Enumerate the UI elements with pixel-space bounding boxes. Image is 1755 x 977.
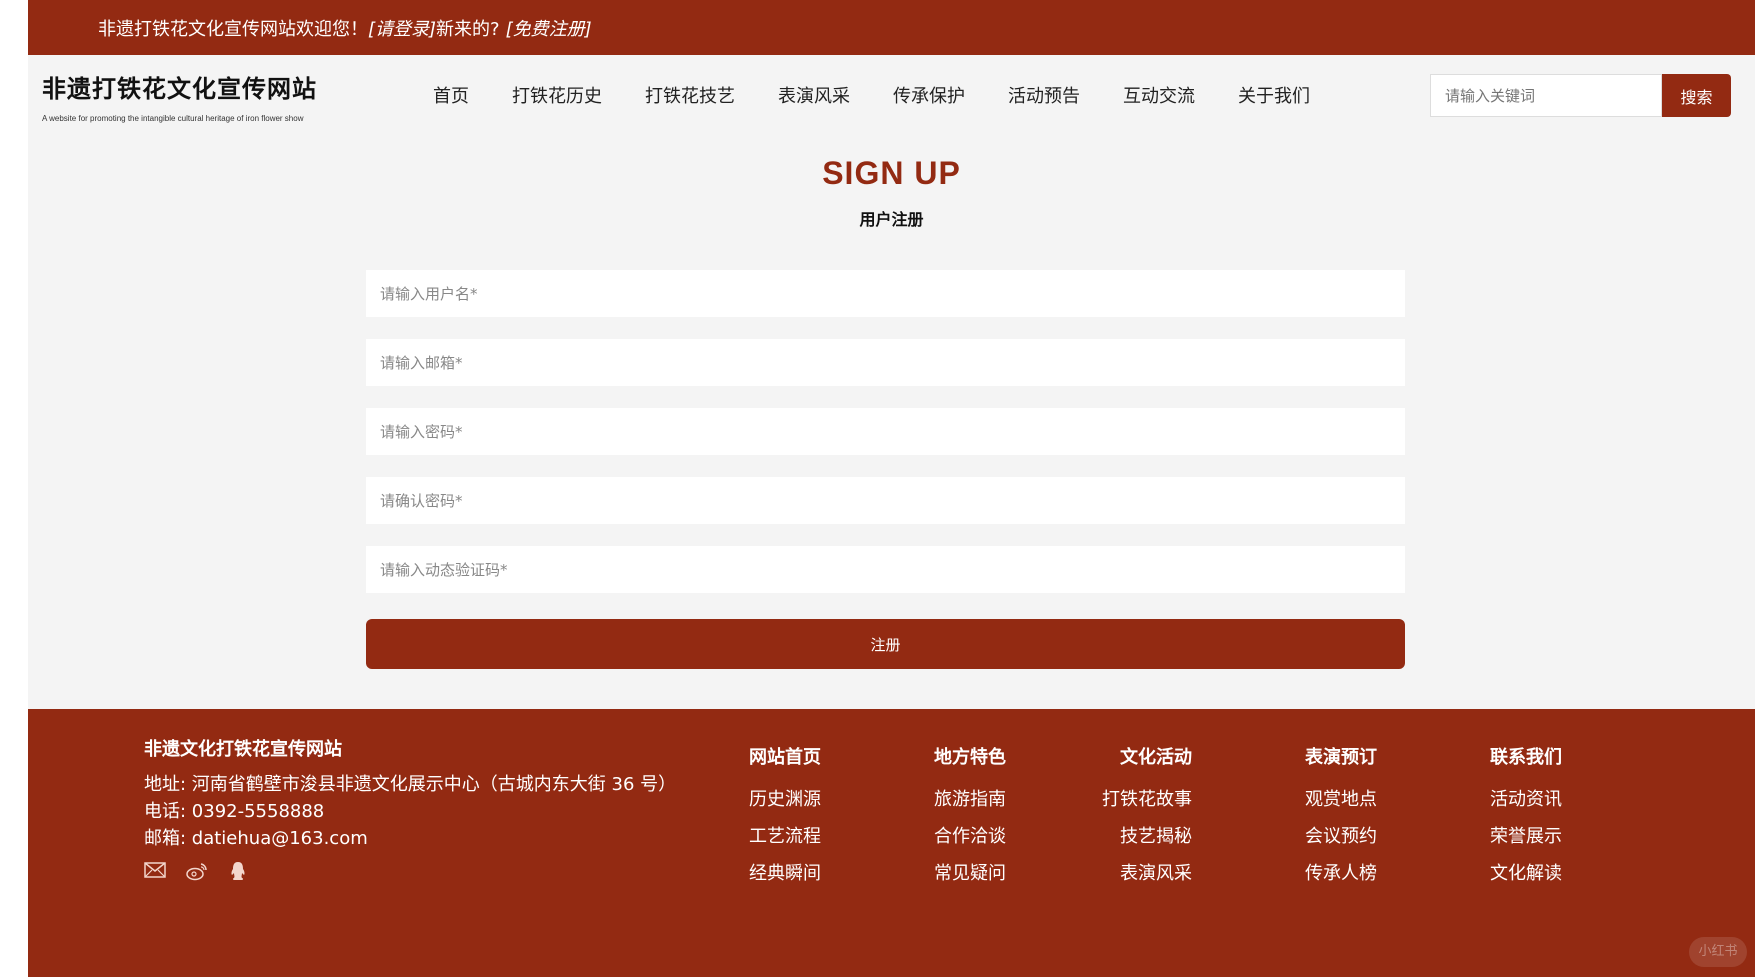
username-field[interactable] [366, 270, 1405, 317]
nav-item-home[interactable]: 首页 [433, 82, 469, 108]
signup-title: SIGN UP [822, 155, 961, 191]
register-link[interactable]: [免费注册] [506, 15, 592, 41]
footer-column-title[interactable]: 地方特色 [916, 743, 1006, 769]
nav-item-events[interactable]: 活动预告 [1008, 82, 1080, 108]
footer-social-icons [144, 861, 250, 881]
footer-link[interactable]: 观赏地点 [1287, 785, 1377, 811]
footer-link[interactable]: 荣誉展示 [1472, 822, 1562, 848]
login-link[interactable]: [请登录] [368, 15, 436, 41]
footer-link[interactable]: 合作洽谈 [916, 822, 1006, 848]
new-user-text: 新来的? [436, 18, 500, 40]
signup-subtitle: 用户注册 [859, 210, 924, 229]
footer-column-contact: 联系我们 活动资讯 荣誉展示 文化解读 [1472, 743, 1562, 896]
mail-icon[interactable] [144, 861, 166, 881]
footer-link[interactable]: 打铁花故事 [1102, 785, 1192, 811]
footer-link[interactable]: 常见疑问 [916, 859, 1006, 885]
footer-link[interactable]: 工艺流程 [731, 822, 821, 848]
top-welcome-bar: 非遗打铁花文化宣传网站欢迎您！ [请登录] 新来的? [免费注册] [28, 0, 1755, 55]
footer-link[interactable]: 历史渊源 [731, 785, 821, 811]
search-button[interactable]: 搜索 [1662, 74, 1731, 117]
footer-link[interactable]: 文化解读 [1472, 859, 1562, 885]
footer-link[interactable]: 会议预约 [1287, 822, 1377, 848]
header: 非遗打铁花文化宣传网站 A website for promoting the … [28, 55, 1755, 145]
site-subtitle: A website for promoting the intangible c… [42, 114, 304, 123]
footer-column-local: 地方特色 旅游指南 合作洽谈 常见疑问 [916, 743, 1006, 896]
footer-link[interactable]: 技艺揭秘 [1102, 822, 1192, 848]
email-field[interactable] [366, 339, 1405, 386]
qq-icon[interactable] [228, 861, 250, 881]
footer-link[interactable]: 旅游指南 [916, 785, 1006, 811]
nav-item-protection[interactable]: 传承保护 [893, 82, 965, 108]
nav-item-craft[interactable]: 打铁花技艺 [645, 82, 735, 108]
footer-link[interactable]: 传承人榜 [1287, 859, 1377, 885]
footer-link[interactable]: 表演风采 [1102, 859, 1192, 885]
nav-item-history[interactable]: 打铁花历史 [512, 82, 602, 108]
weibo-icon[interactable] [186, 861, 208, 881]
nav-item-about[interactable]: 关于我们 [1238, 82, 1310, 108]
footer-link[interactable]: 经典瞬间 [731, 859, 821, 885]
register-button[interactable]: 注册 [366, 619, 1405, 669]
footer-column-title[interactable]: 文化活动 [1102, 743, 1192, 769]
footer-link[interactable]: 活动资讯 [1472, 785, 1562, 811]
footer-column-title[interactable]: 网站首页 [731, 743, 821, 769]
footer-column-home: 网站首页 历史渊源 工艺流程 经典瞬间 [731, 743, 821, 896]
nav-item-community[interactable]: 互动交流 [1123, 82, 1195, 108]
footer-site-name: 非遗文化打铁花宣传网站 [144, 739, 342, 760]
footer: 非遗文化打铁花宣传网站 地址: 河南省鹤壁市浚县非遗文化展示中心（古城内东大街 … [28, 709, 1755, 977]
page: 非遗打铁花文化宣传网站欢迎您！ [请登录] 新来的? [免费注册] 非遗打铁花文… [28, 0, 1755, 977]
site-title[interactable]: 非遗打铁花文化宣传网站 [42, 69, 317, 104]
footer-column-culture: 文化活动 打铁花故事 技艺揭秘 表演风采 [1102, 743, 1192, 896]
verification-code-field[interactable] [366, 546, 1405, 593]
welcome-text: 非遗打铁花文化宣传网站欢迎您！ [98, 18, 368, 40]
footer-column-booking: 表演预订 观赏地点 会议预约 传承人榜 [1287, 743, 1377, 896]
search-input[interactable] [1430, 74, 1662, 117]
main-nav: 首页 打铁花历史 打铁花技艺 表演风采 传承保护 活动预告 互动交流 关于我们 [433, 82, 1353, 108]
confirm-password-field[interactable] [366, 477, 1405, 524]
password-field[interactable] [366, 408, 1405, 455]
footer-email: 邮箱: datiehua@163.com [144, 828, 368, 849]
footer-phone: 电话: 0392-5558888 [144, 801, 325, 822]
watermark-badge: 小红书 [1689, 937, 1747, 967]
footer-column-title[interactable]: 联系我们 [1472, 743, 1562, 769]
footer-column-title[interactable]: 表演预订 [1287, 743, 1377, 769]
footer-address: 地址: 河南省鹤壁市浚县非遗文化展示中心（古城内东大街 36 号） [144, 774, 677, 795]
nav-item-performance[interactable]: 表演风采 [778, 82, 850, 108]
